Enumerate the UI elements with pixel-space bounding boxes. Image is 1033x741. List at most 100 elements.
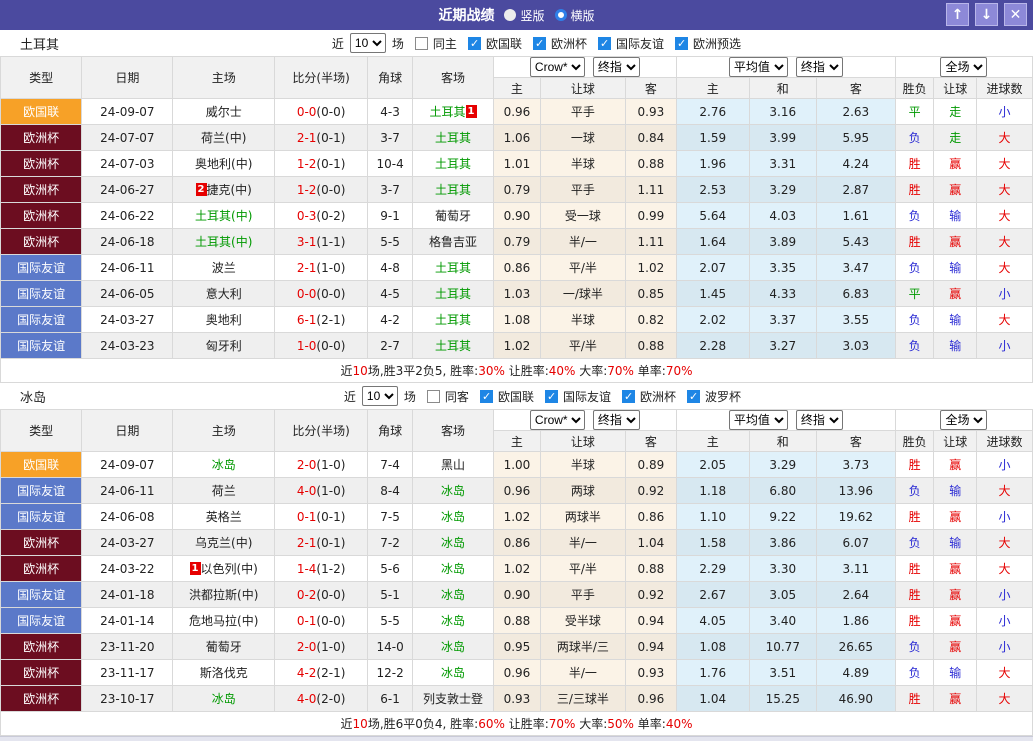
move-down-button[interactable]: ↓ [975,3,998,26]
section-turkey: 土耳其近10场同主欧国联欧洲杯国际友谊欧洲预选类型日期主场比分(半场)角球客场C… [0,30,1033,383]
page-title: 近期战绩 [438,5,494,25]
home-team-name: 奥地利(中) [195,157,252,171]
home-team-cell: 斯洛伐克 [173,660,274,686]
checkbox-competition-1[interactable] [545,390,558,403]
avg-time-select[interactable]: 终指 [796,57,843,77]
odds-handicap-cell: 一/球半 [540,281,625,307]
column-header: 客场 [412,410,493,452]
result-handicap-cell: 输 [934,530,977,556]
layout-radio-horizontal[interactable]: 横版 [555,7,595,24]
odds-away-cell: 0.92 [625,582,676,608]
table-row: 欧洲杯23-10-17冰岛4-0(2-0)6-1列支敦士登0.93三/三球半0.… [1,686,1033,712]
titlebar-buttons: ↑ ↓ ✕ [946,3,1027,26]
odds-handicap-cell: 受半球 [540,608,625,634]
odds-handicap-cell: 平手 [540,99,625,125]
table-row: 国际友谊24-03-27奥地利6-1(2-1)4-2土耳其1.08半球0.822… [1,307,1033,333]
result-handicap-cell: 赢 [934,452,977,478]
corner-cell: 2-7 [368,333,413,359]
checkbox-competition-2[interactable] [622,390,635,403]
odds-home-cell: 0.79 [494,177,541,203]
result-goals-cell: 大 [977,478,1033,504]
odds-company-select[interactable]: Crow* [530,410,585,430]
halftime-score: (0-1) [316,536,345,550]
result-goals-cell: 大 [977,556,1033,582]
odds-home-cell: 0.96 [494,99,541,125]
sub-column-header: 让球 [934,78,977,99]
competition-label: 欧国联 [486,35,522,52]
result-goals-cell: 大 [977,660,1033,686]
result-winlose-cell: 负 [895,478,934,504]
checkbox-same-home[interactable] [415,37,428,50]
home-team-cell: 英格兰 [173,504,274,530]
odds-home-cell: 1.00 [494,452,541,478]
away-team-cell: 葡萄牙 [412,203,493,229]
result-winlose-cell: 负 [895,125,934,151]
home-team-cell: 波兰 [173,255,274,281]
checkbox-same-away[interactable] [427,390,440,403]
type-cell: 国际友谊 [1,608,82,634]
scope-select[interactable]: 全场 [940,57,987,77]
filter-controls-iceland: 近10场同客欧国联国际友谊欧洲杯波罗杯 [344,386,741,406]
summary-segment: 近 [341,717,353,731]
table-row: 欧洲杯24-07-03奥地利(中)1-2(0-1)10-4土耳其1.01半球0.… [1,151,1033,177]
sub-column-header: 胜负 [895,78,934,99]
column-header: 日期 [82,57,173,99]
competition-label: 欧洲预选 [693,35,741,52]
home-team-cell: 奥地利(中) [173,151,274,177]
odds-handicap-cell: 平/半 [540,255,625,281]
avg-draw-cell: 3.30 [749,556,816,582]
odds-handicap-cell: 平手 [540,177,625,203]
result-winlose-cell: 胜 [895,452,934,478]
odds-time-select[interactable]: 终指 [593,57,640,77]
avg-source-select[interactable]: 平均值 [729,410,788,430]
odds-company-select[interactable]: Crow* [530,57,585,77]
result-goals-cell: 小 [977,281,1033,307]
avg-source-select[interactable]: 平均值 [729,57,788,77]
result-winlose-cell: 负 [895,307,934,333]
corner-cell: 4-8 [368,255,413,281]
close-button[interactable]: ✕ [1004,3,1027,26]
home-team-cell: 2捷克(中) [173,177,274,203]
result-handicap-cell: 走 [934,99,977,125]
games-count-select[interactable]: 10 [362,386,398,406]
avg-away-cell: 2.87 [816,177,895,203]
checkbox-competition-1[interactable] [533,37,546,50]
odds-handicap-cell: 半球 [540,151,625,177]
date-cell: 24-03-22 [82,556,173,582]
score-cell: 2-1(0-1) [274,530,367,556]
type-cell: 国际友谊 [1,281,82,307]
away-team-name: 冰岛 [441,666,465,680]
summary-row-iceland: 近10场,胜6平0负4, 胜率:60% 让胜率:70% 大率:50% 单率:40… [1,712,1033,736]
checkbox-competition-2[interactable] [598,37,611,50]
move-up-button[interactable]: ↑ [946,3,969,26]
away-team-cell: 土耳其 [412,281,493,307]
sub-column-header: 进球数 [977,431,1033,452]
date-cell: 24-07-07 [82,125,173,151]
checkbox-competition-3[interactable] [675,37,688,50]
corner-cell: 5-5 [368,608,413,634]
away-team-name: 土耳其 [435,287,471,301]
type-cell: 欧洲杯 [1,203,82,229]
checkbox-competition-0[interactable] [468,37,481,50]
competition-label: 国际友谊 [563,388,611,405]
move-up-icon: ↑ [952,7,964,23]
odds-time-select[interactable]: 终指 [593,410,640,430]
sub-column-header: 进球数 [977,78,1033,99]
column-header: 类型 [1,410,82,452]
odds-home-cell: 0.86 [494,255,541,281]
sub-column-header: 让球 [540,78,625,99]
result-handicap-cell: 输 [934,660,977,686]
avg-time-select[interactable]: 终指 [796,410,843,430]
avg-away-cell: 3.03 [816,333,895,359]
odds-handicap-cell: 平/半 [540,333,625,359]
home-team-name: 荷兰 [212,484,236,498]
red-badge: 1 [466,105,477,118]
corner-cell: 4-2 [368,307,413,333]
scope-select[interactable]: 全场 [940,410,987,430]
games-count-select[interactable]: 10 [350,33,386,53]
sub-column-header: 让球 [934,431,977,452]
result-handicap-cell: 输 [934,307,977,333]
checkbox-competition-0[interactable] [480,390,493,403]
layout-radio-vertical[interactable]: 竖版 [504,7,544,24]
checkbox-competition-3[interactable] [687,390,700,403]
